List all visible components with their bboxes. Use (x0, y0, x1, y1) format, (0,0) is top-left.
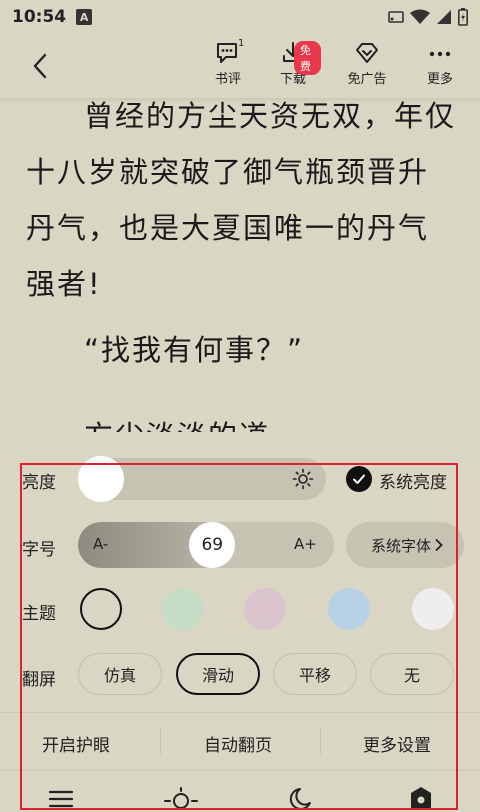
more-button[interactable]: 更多 (412, 38, 468, 94)
free-badge: 免费 (294, 41, 321, 75)
status-icons (388, 8, 468, 26)
chevron-right-icon (435, 539, 443, 551)
settings-gear-icon[interactable] (408, 786, 434, 808)
divider (0, 712, 480, 713)
page-flip-label: 翻屏 (22, 670, 56, 690)
chevron-left-icon (33, 53, 47, 79)
separator (160, 728, 161, 754)
theme-label: 主题 (22, 604, 56, 624)
page-flip-option[interactable]: 无 (370, 653, 454, 695)
sun-icon (292, 468, 314, 490)
system-brightness-label: 系统亮度 (379, 473, 447, 493)
font-increase-button[interactable]: A+ (294, 535, 317, 553)
comment-count: 1 (238, 38, 245, 49)
brightness-label: 亮度 (22, 473, 56, 493)
notification-icon: A (76, 9, 93, 25)
night-mode-icon[interactable] (288, 786, 312, 808)
brightness-icon[interactable] (164, 786, 198, 808)
status-time: 10:54 (12, 7, 67, 27)
no-ads-button[interactable]: 免广告 (339, 38, 395, 94)
font-decrease-button[interactable]: A- (93, 535, 108, 553)
cast-icon (388, 11, 404, 23)
check-icon (353, 474, 365, 484)
more-label: 更多 (426, 72, 453, 87)
battery-icon (458, 8, 468, 26)
theme-option[interactable] (328, 588, 370, 630)
no-ads-label: 免广告 (347, 72, 387, 87)
eye-protection-button[interactable]: 开启护眼 (42, 731, 110, 756)
page-flip-option[interactable]: 滑动 (176, 653, 260, 695)
brightness-slider-knob[interactable] (78, 456, 124, 502)
system-font-button[interactable]: 系统字体 (346, 522, 464, 568)
divider (0, 770, 480, 771)
download-button[interactable]: 免费 下载 (265, 38, 321, 94)
reading-area[interactable]: 曾经的方尘天资无双，年仅十八岁就突破了御气瓶颈晋升丹气，也是大夏国唯一的丹气强者… (0, 98, 480, 438)
separator (320, 728, 321, 754)
paragraph: “找我有何事？” (84, 333, 305, 367)
page-flip-option[interactable]: 仿真 (78, 653, 162, 695)
system-font-label: 系统字体 (371, 536, 432, 555)
status-bar: 10:54 A (0, 0, 480, 34)
more-dots-icon (429, 51, 451, 57)
diamond-icon (356, 43, 378, 63)
font-size-label: 字号 (22, 540, 56, 560)
comments-label: 书评 (214, 72, 241, 87)
theme-option[interactable] (244, 588, 286, 630)
theme-option[interactable] (80, 588, 122, 630)
font-size-slider-knob[interactable]: 69 (189, 522, 236, 568)
theme-option[interactable] (162, 588, 204, 630)
signal-icon (437, 10, 451, 24)
more-settings-button[interactable]: 更多设置 (363, 731, 431, 756)
auto-page-turn-button[interactable]: 自动翻页 (204, 731, 272, 756)
page-flip-option[interactable]: 平移 (273, 653, 357, 695)
comments-button[interactable]: 1 书评 (200, 38, 256, 94)
paragraph: 曾经的方尘天资无双，年仅十八岁就突破了御气瓶颈晋升丹气，也是大夏国唯一的丹气强者… (26, 99, 457, 301)
wifi-icon (410, 9, 430, 24)
catalog-menu-icon[interactable] (48, 786, 74, 808)
back-button[interactable] (24, 48, 56, 84)
reader-toolbar: 1 书评 免费 下载 免广告 更多 (0, 34, 480, 98)
system-brightness-checkbox[interactable] (346, 466, 372, 492)
theme-option[interactable] (412, 588, 454, 630)
